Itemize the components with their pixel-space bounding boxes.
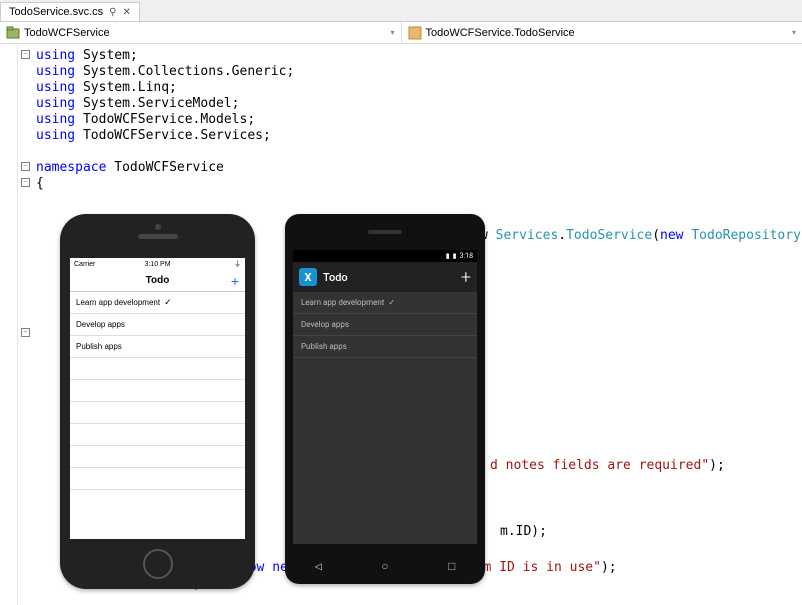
navdrop-namespace-label: TodoWCFService	[24, 27, 110, 39]
wifi-icon: ⏚	[234, 259, 241, 269]
add-button[interactable]: +	[461, 267, 471, 288]
chevron-down-icon: ▾	[390, 28, 394, 37]
list-item[interactable]	[70, 402, 245, 424]
list-item[interactable]: Develop apps	[293, 314, 477, 336]
fold-toggle[interactable]: −	[21, 178, 30, 187]
list-item[interactable]: Develop apps	[70, 314, 245, 336]
android-appbar: X Todo +	[293, 262, 477, 292]
pin-icon[interactable]: ⚲	[109, 7, 116, 18]
carrier-label: Carrier	[74, 261, 95, 268]
chevron-down-icon: ▾	[792, 28, 796, 37]
ios-time: 3:10 PM	[144, 261, 170, 268]
list-item[interactable]: Learn app development✓	[293, 292, 477, 314]
list-item[interactable]: Learn app development✓	[70, 292, 245, 314]
iphone-frame: Carrier 3:10 PM ⏚ Todo + Learn app devel…	[60, 214, 255, 589]
list-item[interactable]	[70, 380, 245, 402]
check-icon: ✓	[164, 297, 172, 308]
home-button[interactable]: ○	[381, 560, 388, 574]
list-item[interactable]	[70, 358, 245, 380]
project-icon	[6, 26, 20, 40]
android-screen: ▮ ▮ 3:18 X Todo + Learn app development✓…	[293, 250, 477, 544]
xamarin-icon: X	[299, 268, 317, 286]
android-time: 3:18	[460, 252, 474, 260]
navdrop-class[interactable]: TodoWCFService.TodoService ▾	[402, 22, 802, 43]
ios-statusbar: Carrier 3:10 PM ⏚	[70, 258, 245, 270]
android-navkeys: ◁ ○ □	[285, 559, 485, 574]
tab-todoservice[interactable]: TodoService.svc.cs ⚲ ✕	[0, 2, 140, 21]
iphone-screen: Carrier 3:10 PM ⏚ Todo + Learn app devel…	[70, 258, 245, 539]
back-button[interactable]: ◁	[315, 559, 322, 574]
ios-list[interactable]: Learn app development✓ Develop apps Publ…	[70, 292, 245, 539]
code-fragment-id: m.ID);	[500, 524, 547, 540]
battery-icon: ▮	[453, 252, 457, 260]
document-tabstrip: TodoService.svc.cs ⚲ ✕	[0, 0, 802, 22]
code-editor[interactable]: − − − − using System; using System.Colle…	[0, 44, 802, 605]
list-item[interactable]: Publish apps	[70, 336, 245, 358]
check-icon: ✓	[388, 298, 395, 307]
android-frame: ▮ ▮ 3:18 X Todo + Learn app development✓…	[285, 214, 485, 584]
list-item[interactable]	[70, 446, 245, 468]
class-icon	[408, 26, 422, 40]
phone-mockups: Carrier 3:10 PM ⏚ Todo + Learn app devel…	[60, 214, 485, 589]
gutter	[0, 44, 18, 605]
code-block: using System; using System.Collections.G…	[36, 48, 294, 192]
code-fragment-error: d notes fields are required");	[490, 458, 725, 474]
signal-icon: ▮	[446, 252, 450, 260]
outline-column	[18, 44, 34, 605]
android-list[interactable]: Learn app development✓ Develop apps Publ…	[293, 292, 477, 544]
android-statusbar: ▮ ▮ 3:18	[293, 250, 477, 262]
tab-label: TodoService.svc.cs	[9, 6, 103, 18]
editor-navbar: TodoWCFService ▾ TodoWCFService.TodoServ…	[0, 22, 802, 44]
fold-toggle[interactable]: −	[21, 162, 30, 171]
list-item[interactable]	[70, 424, 245, 446]
fold-toggle[interactable]: −	[21, 328, 30, 337]
list-item[interactable]	[70, 468, 245, 490]
add-button[interactable]: +	[231, 273, 239, 289]
close-icon[interactable]: ✕	[122, 7, 130, 18]
code-fragment: w Services.TodoService(new TodoRepositor…	[480, 228, 802, 244]
android-title: Todo	[323, 271, 348, 284]
navdrop-class-label: TodoWCFService.TodoService	[426, 27, 575, 39]
fold-toggle[interactable]: −	[21, 50, 30, 59]
recent-button[interactable]: □	[448, 560, 455, 574]
ios-title: Todo	[146, 275, 170, 286]
list-item[interactable]: Publish apps	[293, 336, 477, 358]
speaker	[368, 230, 402, 234]
ios-navbar: Todo +	[70, 270, 245, 292]
navdrop-namespace[interactable]: TodoWCFService ▾	[0, 22, 402, 43]
home-button[interactable]	[143, 549, 173, 579]
